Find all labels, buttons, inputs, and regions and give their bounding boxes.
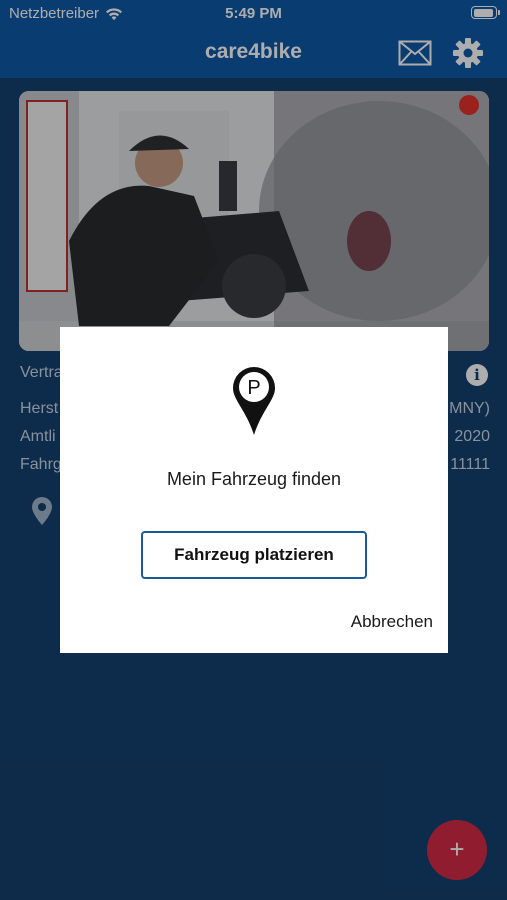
parking-letter: P [247,377,260,399]
find-vehicle-dialog: P Mein Fahrzeug finden Fahrzeug platzier… [60,327,448,653]
dialog-title: Mein Fahrzeug finden [166,469,342,489]
cancel-button[interactable]: Abbrechen [351,612,433,632]
parking-pin-icon: P [233,367,275,435]
place-vehicle-button[interactable]: Fahrzeug platzieren [141,531,367,579]
